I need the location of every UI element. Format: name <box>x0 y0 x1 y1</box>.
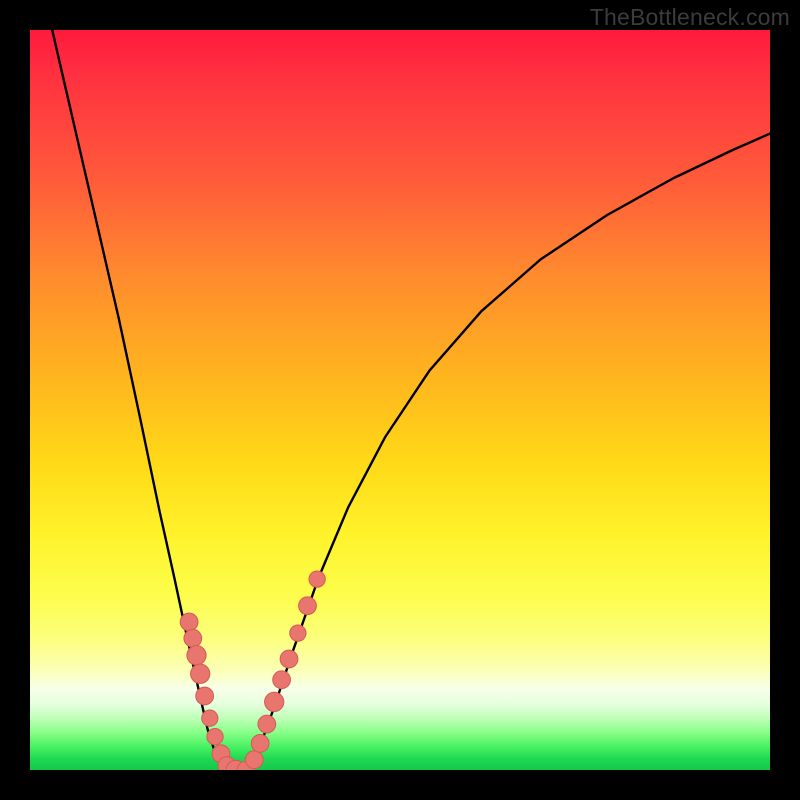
data-marker <box>180 613 198 631</box>
data-marker <box>273 671 291 689</box>
data-marker <box>196 687 214 705</box>
plot-area <box>30 30 770 770</box>
data-marker <box>245 751 263 769</box>
chart-overlay-svg <box>30 30 770 770</box>
data-marker <box>258 715 276 733</box>
data-marker <box>280 650 298 668</box>
data-marker <box>299 597 317 615</box>
data-marker <box>309 571 325 587</box>
marker-layer <box>180 571 325 770</box>
data-marker <box>202 710 218 726</box>
chart-stage: TheBottleneck.com <box>0 0 800 800</box>
data-marker <box>207 729 223 745</box>
data-marker <box>184 629 202 647</box>
data-marker <box>290 625 306 641</box>
data-marker <box>191 664 210 683</box>
bottleneck-curve <box>52 30 770 770</box>
data-marker <box>265 692 284 711</box>
data-marker <box>187 646 206 665</box>
watermark-text: TheBottleneck.com <box>590 4 790 31</box>
data-marker <box>251 734 269 752</box>
